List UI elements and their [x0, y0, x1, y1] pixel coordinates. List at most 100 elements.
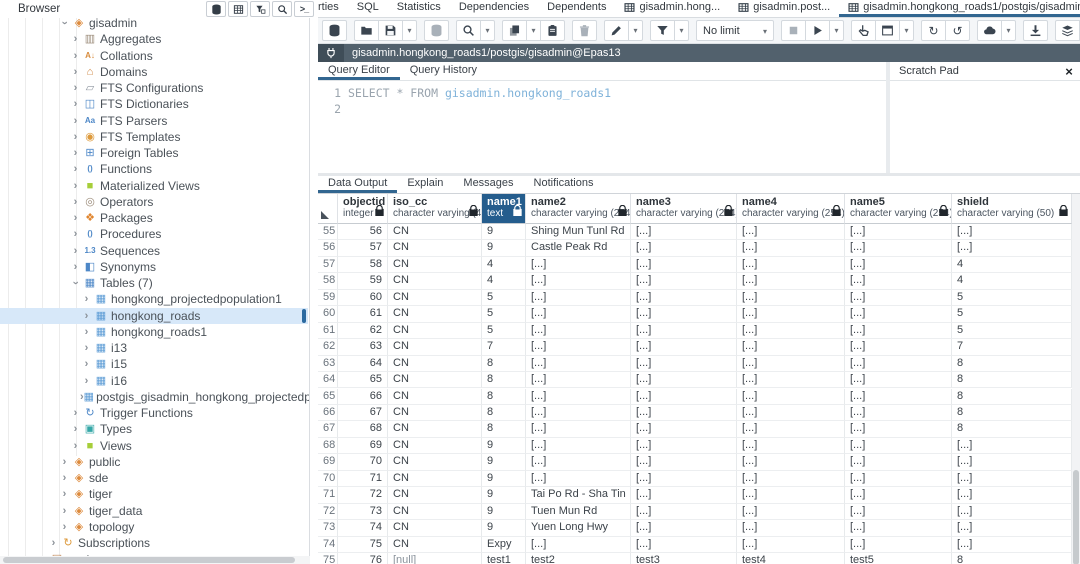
data-cell[interactable]: 66 [338, 389, 388, 405]
data-cell[interactable]: 8 [482, 389, 526, 405]
data-cell[interactable]: [...] [952, 224, 1072, 240]
data-cell[interactable]: 9 [482, 520, 526, 536]
tree-item-collations[interactable]: ›A↓Collations [0, 48, 308, 64]
tree-item-fts-configurations[interactable]: ›▱FTS Configurations [0, 80, 308, 96]
tree-item-operators[interactable]: ›◎Operators [0, 194, 308, 210]
data-cell[interactable]: [...] [845, 504, 952, 520]
chevron-collapsed-icon[interactable]: › [58, 488, 71, 500]
data-cell[interactable]: [...] [631, 240, 737, 256]
data-cell[interactable]: [...] [845, 471, 952, 487]
data-cell[interactable]: [...] [737, 405, 845, 421]
data-cell[interactable]: CN [388, 273, 482, 289]
explain-menu[interactable]: ▾ [899, 20, 914, 41]
data-cell[interactable]: Yuen Long Hwy [526, 520, 631, 536]
data-cell[interactable]: [...] [631, 504, 737, 520]
filtered-rows-icon[interactable] [250, 1, 270, 17]
chevron-collapsed-icon[interactable]: › [80, 358, 93, 370]
data-cell[interactable]: CN [388, 372, 482, 388]
data-cell[interactable]: [...] [845, 487, 952, 503]
data-cell[interactable]: [...] [845, 339, 952, 355]
tab-query-2[interactable]: gisadmin.post... [729, 0, 839, 17]
tree-item-types[interactable]: ›▣Types [0, 421, 308, 437]
chevron-collapsed-icon[interactable]: › [69, 98, 82, 110]
chevron-collapsed-icon[interactable]: › [69, 180, 82, 192]
data-cell[interactable]: CN [388, 421, 482, 437]
data-cell[interactable]: 9 [482, 454, 526, 470]
data-cell[interactable]: CN [388, 290, 482, 306]
data-cell[interactable]: [...] [845, 356, 952, 372]
data-cell[interactable]: CN [388, 537, 482, 553]
data-cell[interactable]: [...] [631, 290, 737, 306]
data-cell[interactable]: 60 [338, 290, 388, 306]
data-cell[interactable]: [...] [845, 224, 952, 240]
data-cell[interactable]: [...] [845, 372, 952, 388]
tab-dependents[interactable]: Dependents [538, 0, 615, 17]
column-header-name3[interactable]: name3character varying (254) [631, 194, 737, 224]
editor-code[interactable]: SELECT * FROM gisadmin.hongkong_roads1 [348, 81, 611, 117]
execute-menu[interactable]: ▾ [829, 20, 844, 41]
tree-item-tables-7[interactable]: ›▦Tables (7) [0, 275, 308, 291]
row-number-cell[interactable]: 63 [318, 356, 338, 372]
macros-button[interactable] [977, 20, 1002, 41]
data-cell[interactable]: [...] [845, 537, 952, 553]
row-number-cell[interactable]: 69 [318, 454, 338, 470]
output-tab-messages[interactable]: Messages [453, 176, 523, 193]
data-cell[interactable]: [...] [845, 273, 952, 289]
data-cell[interactable]: [...] [631, 454, 737, 470]
chevron-collapsed-icon[interactable]: › [47, 537, 60, 549]
chevron-collapsed-icon[interactable]: › [69, 245, 82, 257]
chevron-collapsed-icon[interactable]: › [69, 440, 82, 452]
data-cell[interactable]: CN [388, 471, 482, 487]
data-cell[interactable]: CN [388, 487, 482, 503]
data-cell[interactable]: [...] [737, 421, 845, 437]
column-header-name5[interactable]: name5character varying (254) [845, 194, 952, 224]
data-cell[interactable]: CN [388, 438, 482, 454]
tree-item-fts-dictionaries[interactable]: ›◫FTS Dictionaries [0, 96, 308, 112]
data-cell[interactable]: 76 [338, 553, 388, 564]
chevron-collapsed-icon[interactable]: › [69, 212, 82, 224]
row-number-cell[interactable]: 75 [318, 553, 338, 564]
chevron-collapsed-icon[interactable]: › [69, 423, 82, 435]
row-number-cell[interactable]: 55 [318, 224, 338, 240]
data-cell[interactable]: 8 [482, 356, 526, 372]
output-tab-data-output[interactable]: Data Output [318, 176, 397, 193]
data-cell[interactable]: CN [388, 405, 482, 421]
tree-item-views[interactable]: ›■Views [0, 438, 308, 454]
row-number-cell[interactable]: 64 [318, 372, 338, 388]
chevron-collapsed-icon[interactable]: › [69, 407, 82, 419]
copy-menu[interactable]: ▾ [526, 20, 541, 41]
save-data-changes-button[interactable] [424, 20, 449, 41]
data-cell[interactable]: 5 [482, 290, 526, 306]
data-cell[interactable]: 62 [338, 323, 388, 339]
data-cell[interactable]: [...] [737, 273, 845, 289]
data-cell[interactable]: 57 [338, 240, 388, 256]
chevron-collapsed-icon[interactable]: › [69, 82, 82, 94]
column-header-name4[interactable]: name4character varying (254) [737, 194, 845, 224]
data-cell[interactable]: 65 [338, 372, 388, 388]
data-cell[interactable]: [...] [952, 487, 1072, 503]
row-number-cell[interactable]: 72 [318, 504, 338, 520]
data-cell[interactable]: 64 [338, 356, 388, 372]
explain-button[interactable] [851, 20, 876, 41]
tree-item-hongkong-roads[interactable]: ›▦hongkong_roads [0, 308, 308, 324]
data-cell[interactable]: 9 [482, 240, 526, 256]
column-header-iso_cc[interactable]: iso_cccharacter varying (4) [388, 194, 482, 224]
data-cell[interactable]: [...] [845, 454, 952, 470]
tree-item-domains[interactable]: ›⌂Domains [0, 64, 308, 80]
column-header-name2[interactable]: name2character varying (254) [526, 194, 631, 224]
commit-button[interactable]: ↻ [921, 20, 946, 41]
chevron-expanded-icon[interactable]: › [70, 277, 82, 290]
chevron-collapsed-icon[interactable]: › [80, 293, 93, 305]
data-cell[interactable]: 56 [338, 224, 388, 240]
data-cell[interactable]: [...] [845, 438, 952, 454]
row-number-cell[interactable]: 59 [318, 290, 338, 306]
data-cell[interactable]: [...] [526, 389, 631, 405]
data-cell[interactable]: [...] [631, 273, 737, 289]
select-all-corner[interactable] [318, 194, 338, 224]
scratch-pad-close-icon[interactable]: × [1058, 64, 1080, 79]
data-cell[interactable]: CN [388, 520, 482, 536]
data-cell[interactable]: test4 [737, 553, 845, 564]
data-cell[interactable]: 8 [952, 389, 1072, 405]
data-cell[interactable]: CN [388, 257, 482, 273]
data-cell[interactable]: [...] [631, 372, 737, 388]
